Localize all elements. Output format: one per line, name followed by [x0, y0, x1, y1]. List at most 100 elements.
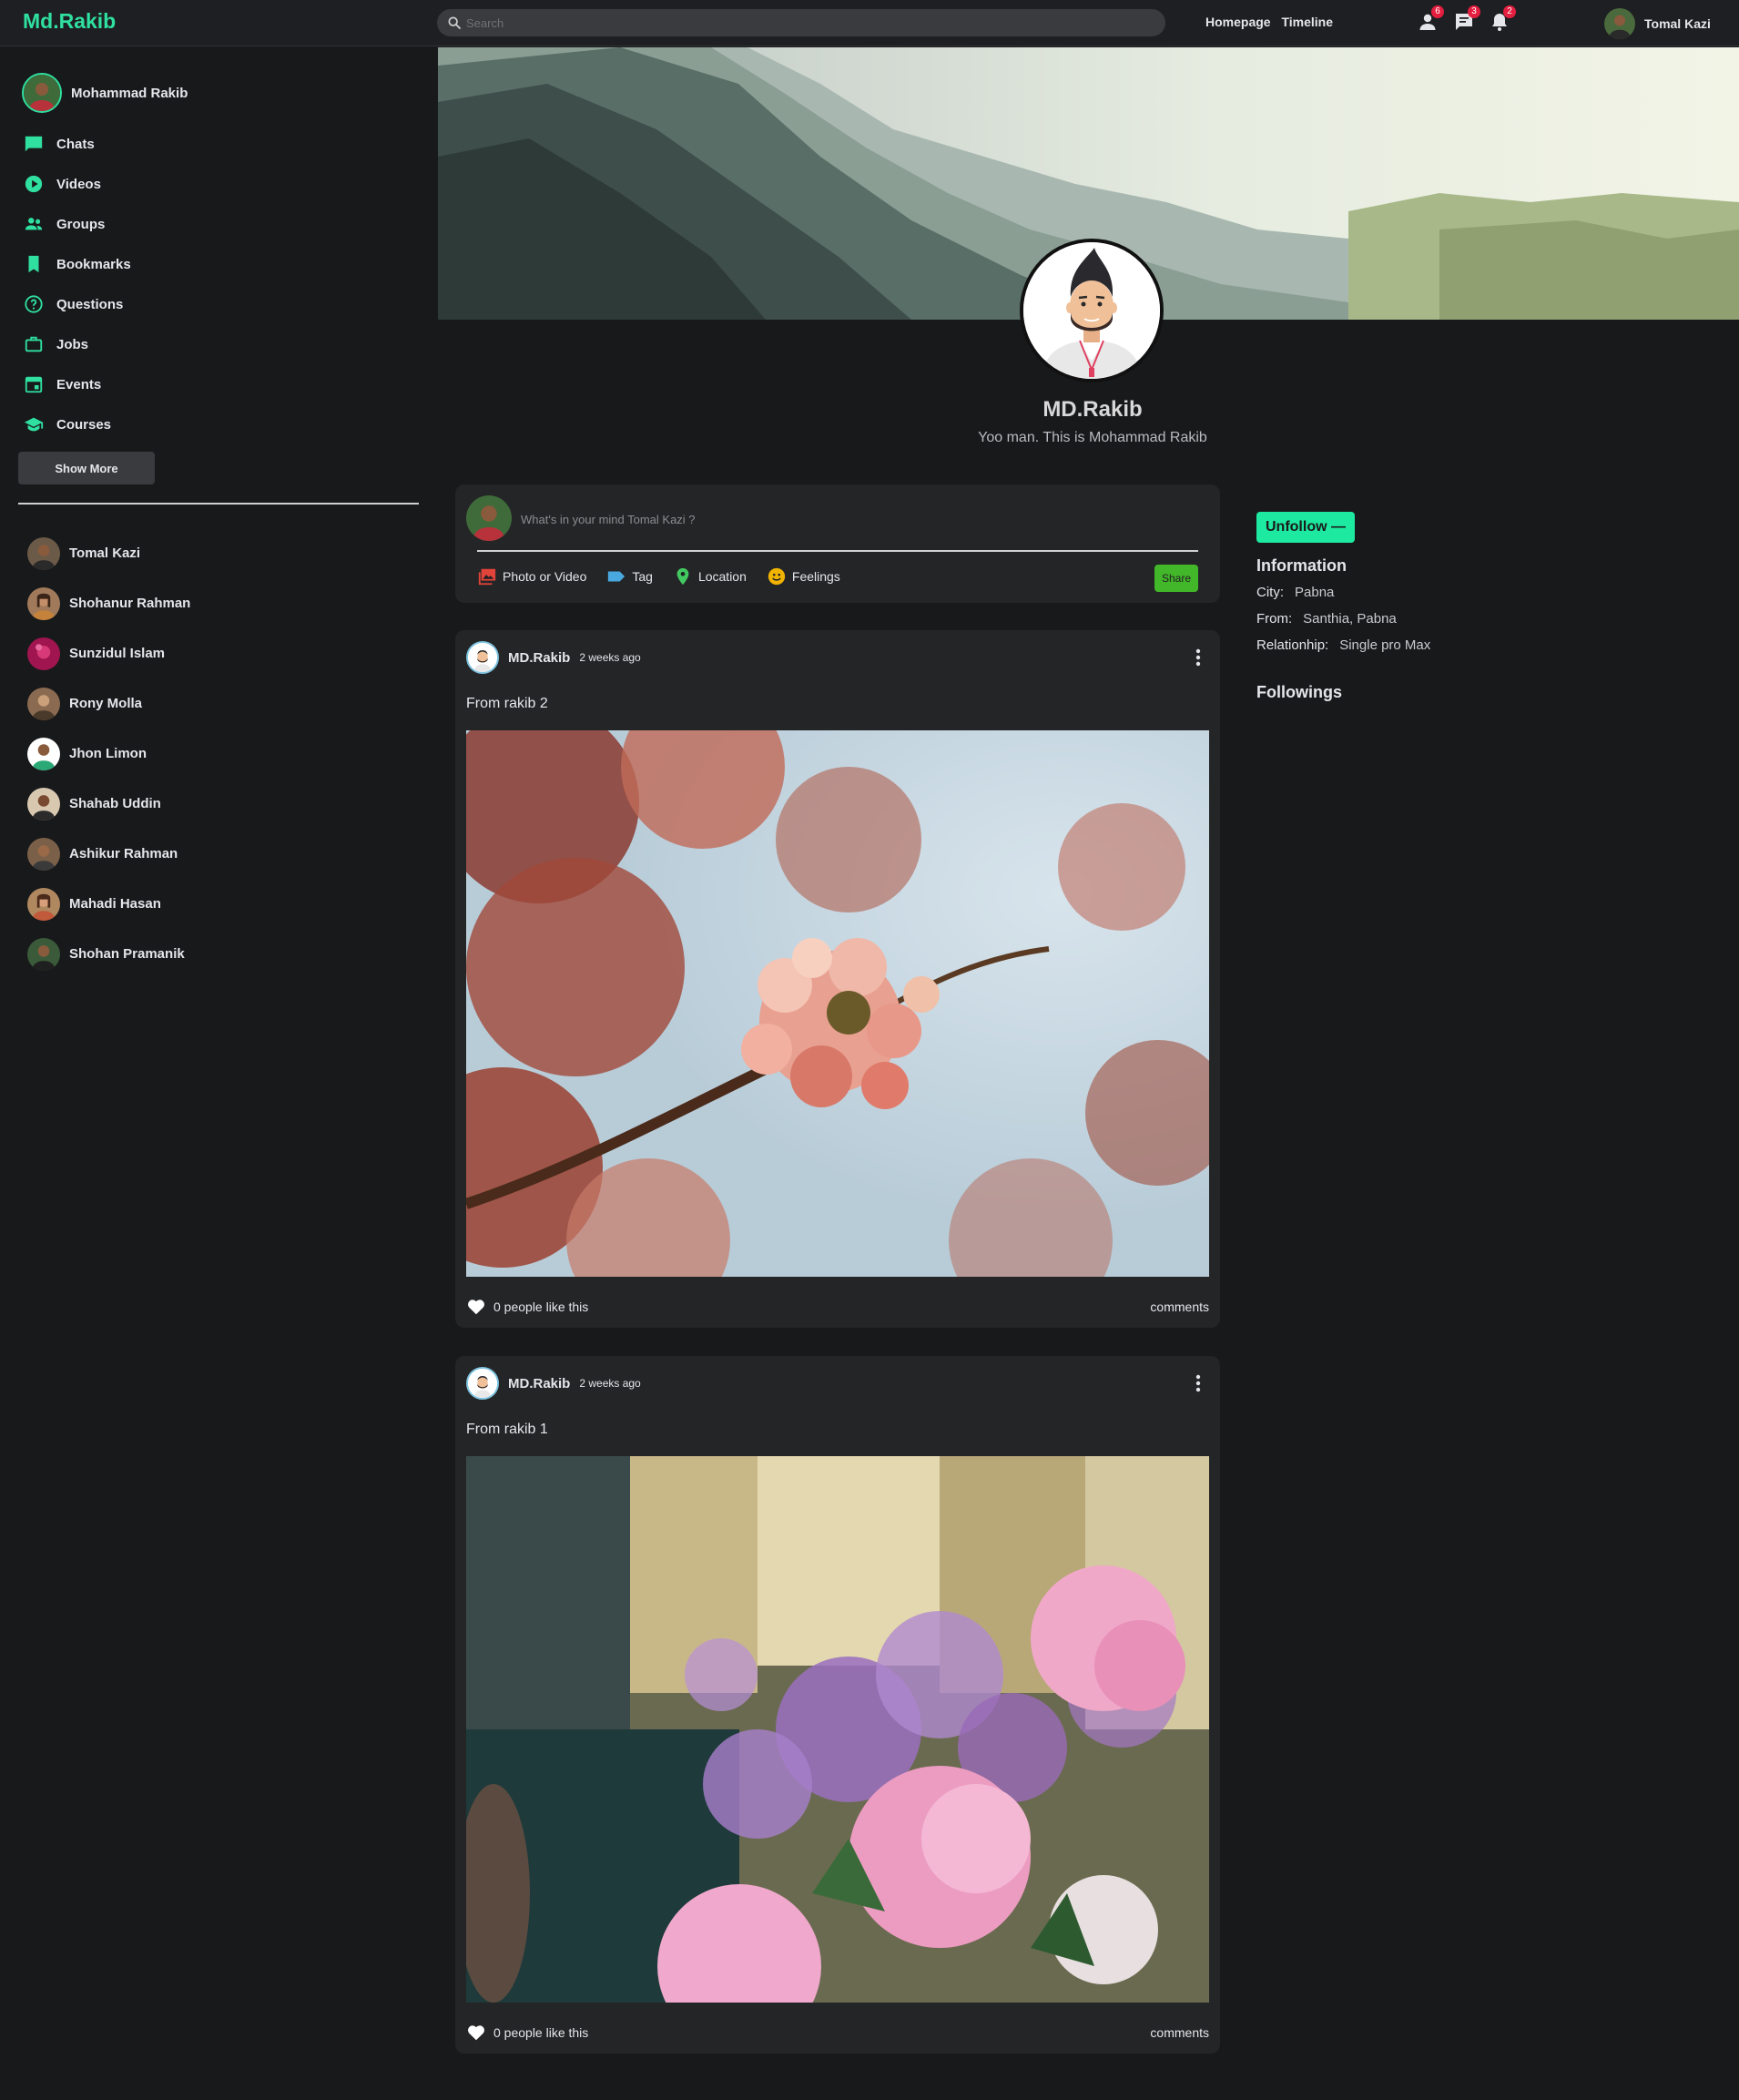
photo-library-icon — [478, 568, 496, 586]
briefcase-icon — [25, 336, 43, 352]
friend-item[interactable]: Shahab Uddin — [27, 779, 190, 829]
friend-item[interactable]: Mahadi Hasan — [27, 879, 190, 929]
post-image[interactable] — [466, 730, 1209, 1277]
sidebar-item-label: Videos — [56, 176, 101, 192]
info-relationship-value: Single pro Max — [1339, 637, 1431, 653]
current-user-menu[interactable]: Tomal Kazi — [1604, 7, 1711, 40]
post-time: 2 weeks ago — [579, 651, 641, 664]
share-divider — [477, 550, 1198, 552]
info-relationship: Relationhip: Single pro Max — [1256, 637, 1430, 653]
friend-name: Shohanur Rahman — [69, 596, 191, 611]
likes-count: 0 people like this — [493, 1300, 589, 1314]
friend-name: Tomal Kazi — [69, 545, 141, 561]
sidebar-profile[interactable]: Mohammad Rakib — [22, 73, 188, 113]
search-icon — [448, 16, 461, 29]
post-header: MD.Rakib 2 weeks ago — [466, 1367, 641, 1400]
search-input[interactable] — [466, 13, 1140, 33]
friend-name: Ashikur Rahman — [69, 846, 178, 861]
post-author-name[interactable]: MD.Rakib — [508, 1376, 570, 1392]
option-label: Location — [697, 569, 747, 584]
more-options-icon[interactable] — [1189, 647, 1207, 668]
friend-avatar — [27, 586, 60, 620]
user-avatar — [1604, 8, 1635, 39]
sidebar-item-courses[interactable]: Courses — [24, 404, 131, 444]
friend-item[interactable]: Shohanur Rahman — [27, 578, 190, 628]
friend-item[interactable]: Sunzidul Islam — [27, 628, 190, 678]
notifications-badge: 2 — [1503, 5, 1516, 18]
sidebar-item-videos[interactable]: Videos — [24, 164, 131, 204]
sidebar-item-label: Jobs — [56, 336, 89, 352]
more-options-icon[interactable] — [1189, 1372, 1207, 1394]
information-heading: Information — [1256, 556, 1347, 575]
search-bar[interactable] — [437, 9, 1165, 36]
friend-name: Rony Molla — [69, 696, 143, 711]
sidebar-item-label: Courses — [56, 416, 112, 433]
post-text: From rakib 2 — [466, 696, 548, 711]
sidebar-item-questions[interactable]: Questions — [24, 284, 131, 324]
messages-badge: 3 — [1468, 5, 1480, 18]
unfollow-button[interactable]: Unfollow — — [1256, 512, 1355, 543]
unfollow-label: Unfollow — [1266, 519, 1327, 535]
sidebar-item-label: Questions — [56, 296, 124, 312]
bookmark-icon — [28, 255, 39, 273]
post-author-name[interactable]: MD.Rakib — [508, 650, 570, 666]
photo-video-option[interactable]: Photo or Video — [477, 566, 586, 586]
sidebar-item-label: Chats — [56, 136, 95, 152]
minus-icon: — — [1331, 519, 1346, 535]
post-card: MD.Rakib 2 weeks ago From rakib 1 0 peop… — [455, 1356, 1220, 2054]
location-pin-icon — [676, 567, 689, 586]
heart-icon[interactable] — [466, 1297, 486, 1317]
post-card: MD.Rakib 2 weeks ago From rakib 2 0 peop… — [455, 630, 1220, 1328]
friend-item[interactable]: Ashikur Rahman — [27, 829, 190, 879]
sidebar-item-events[interactable]: Events — [24, 364, 131, 404]
play-circle-icon — [25, 175, 43, 193]
sidebar-item-chats[interactable]: Chats — [24, 124, 131, 164]
friend-avatar — [27, 937, 60, 971]
friend-name: Shahab Uddin — [69, 796, 161, 811]
friend-item[interactable]: Shohan Pramanik — [27, 929, 190, 979]
friend-item[interactable]: Tomal Kazi — [27, 528, 190, 578]
friend-item[interactable]: Jhon Limon — [27, 729, 190, 779]
info-relationship-label: Relationhip: — [1256, 637, 1329, 653]
option-label: Photo or Video — [503, 569, 587, 584]
info-from-label: From: — [1256, 611, 1293, 627]
comments-link[interactable]: comments — [1150, 1300, 1209, 1314]
calendar-icon — [25, 376, 43, 393]
post-author-avatar[interactable] — [466, 1367, 499, 1400]
friend-item[interactable]: Rony Molla — [27, 678, 190, 729]
timeline-link[interactable]: Timeline — [1281, 15, 1333, 29]
show-more-button[interactable]: Show More — [18, 452, 155, 484]
sidebar-item-label: Groups — [56, 216, 106, 232]
feelings-option[interactable]: Feelings — [767, 566, 840, 586]
sidebar-item-label: Bookmarks — [56, 256, 131, 272]
post-author-avatar[interactable] — [466, 641, 499, 674]
profile-name: MD.Rakib — [1042, 397, 1143, 422]
post-header: MD.Rakib 2 weeks ago — [466, 641, 641, 674]
post-image[interactable] — [466, 1456, 1209, 2003]
post-footer: 0 people like this comments — [466, 2023, 1209, 2043]
comments-link[interactable]: comments — [1150, 2025, 1209, 2040]
sidebar-item-bookmarks[interactable]: Bookmarks — [24, 244, 131, 284]
followings-heading: Followings — [1256, 683, 1342, 701]
sidebar-item-groups[interactable]: Groups — [24, 204, 131, 244]
app-logo[interactable]: Md.Rakib — [23, 9, 116, 34]
sidebar-item-jobs[interactable]: Jobs — [24, 324, 131, 364]
info-city-label: City: — [1256, 585, 1284, 600]
post-footer: 0 people like this comments — [466, 1297, 1209, 1317]
info-city-value: Pabna — [1295, 585, 1335, 600]
share-button[interactable]: Share — [1154, 565, 1198, 592]
profile-picture[interactable] — [1020, 239, 1164, 382]
friend-requests-button[interactable]: 6 — [1417, 5, 1444, 33]
info-from-value: Santhia, Pabna — [1303, 611, 1397, 627]
help-circle-icon — [25, 295, 43, 313]
friend-avatar — [27, 637, 60, 670]
location-option[interactable]: Location — [673, 566, 747, 586]
messages-button[interactable]: 3 — [1453, 5, 1480, 33]
friend-avatar — [27, 687, 60, 720]
share-input[interactable] — [521, 508, 1158, 530]
likes-count: 0 people like this — [493, 2025, 589, 2040]
tag-option[interactable]: Tag — [606, 566, 653, 586]
heart-icon[interactable] — [466, 2023, 486, 2043]
notifications-button[interactable]: 2 — [1489, 5, 1516, 33]
homepage-link[interactable]: Homepage — [1205, 15, 1271, 29]
